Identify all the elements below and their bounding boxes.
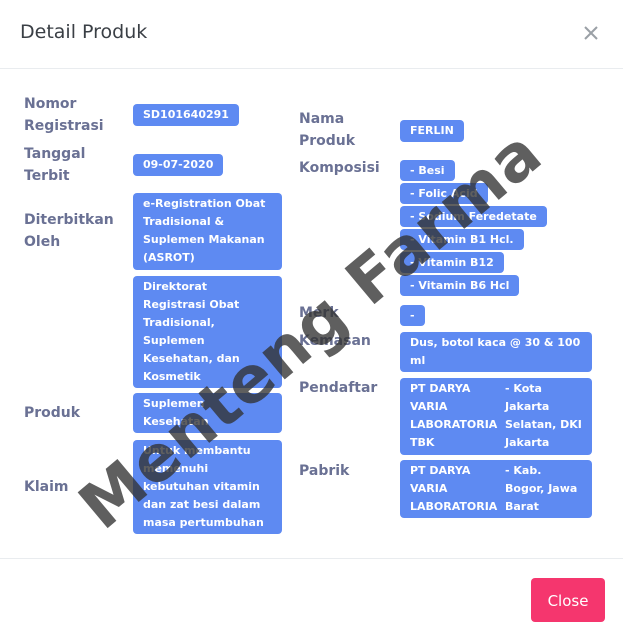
komposisi-item: - Vitamin B12 bbox=[400, 252, 504, 273]
komposisi-item: - Sodium Feredetate bbox=[400, 206, 547, 227]
pabrik-name: PT DARYA VARIA LABORATORIA TBK bbox=[410, 464, 498, 531]
diterbitkan-oleh-value: e-Registration Obat Tradisional & Suplem… bbox=[133, 193, 282, 270]
komposisi-label: Komposisi bbox=[299, 160, 380, 176]
pabrik-label: Pabrik bbox=[299, 463, 350, 479]
nomor-registrasi-label: Nomor Registrasi bbox=[24, 96, 104, 134]
pendaftar-value: PT DARYA VARIA LABORATORIA TBK - Kota Ja… bbox=[400, 378, 592, 455]
produk-label: Produk bbox=[24, 405, 81, 421]
pendaftar-name: PT DARYA VARIA LABORATORIA TBK bbox=[410, 382, 498, 449]
nomor-registrasi-value: SD101640291 bbox=[133, 104, 239, 126]
diterbitkan-oleh-label: Diterbitkan Oleh bbox=[24, 212, 114, 250]
modal-title: Detail Produk bbox=[20, 21, 148, 43]
kemasan-label: Kemasan bbox=[299, 333, 371, 349]
klaim-label: Klaim bbox=[24, 479, 69, 495]
komposisi-item: - Folic Acid bbox=[400, 183, 488, 204]
pendaftar-label: Pendaftar bbox=[299, 380, 378, 396]
diterbitkan-oleh-value: Direktorat Registrasi Obat Tradisional, … bbox=[133, 276, 282, 388]
tanggal-terbit-value: 09-07-2020 bbox=[133, 154, 224, 176]
pabrik-value: PT DARYA VARIA LABORATORIA TBK - Kab. Bo… bbox=[400, 460, 592, 531]
pabrik-location: - Kab. Bogor, Jawa Barat bbox=[505, 464, 578, 513]
nama-produk-label: Nama Produk bbox=[299, 111, 356, 149]
close-icon[interactable] bbox=[580, 22, 602, 44]
merk-label: Merk bbox=[299, 305, 339, 321]
nama-produk-value: FERLIN bbox=[400, 120, 464, 142]
komposisi-item: - Vitamin B6 Hcl bbox=[400, 275, 520, 296]
modal-header: Detail Produk bbox=[0, 0, 623, 69]
close-button[interactable]: Close bbox=[531, 578, 605, 622]
tanggal-terbit-label: Tanggal Terbit bbox=[24, 146, 86, 184]
modal-footer bbox=[0, 558, 623, 639]
kemasan-value: Dus, botol kaca @ 30 & 100 ml bbox=[400, 332, 592, 372]
merk-value: - bbox=[400, 305, 425, 326]
klaim-value: Untuk membantu memenuhi kebutuhan vitami… bbox=[133, 440, 282, 534]
pendaftar-location: - Kota Jakarta Selatan, DKI Jakarta bbox=[505, 382, 582, 449]
produk-value: Suplemen Kesehatan bbox=[133, 393, 282, 433]
product-detail-modal: Detail Produk Nomor Registrasi SD1016402… bbox=[0, 0, 623, 638]
komposisi-item: - Vitamin B1 Hcl. bbox=[400, 229, 524, 250]
komposisi-item: - Besi bbox=[400, 160, 455, 181]
